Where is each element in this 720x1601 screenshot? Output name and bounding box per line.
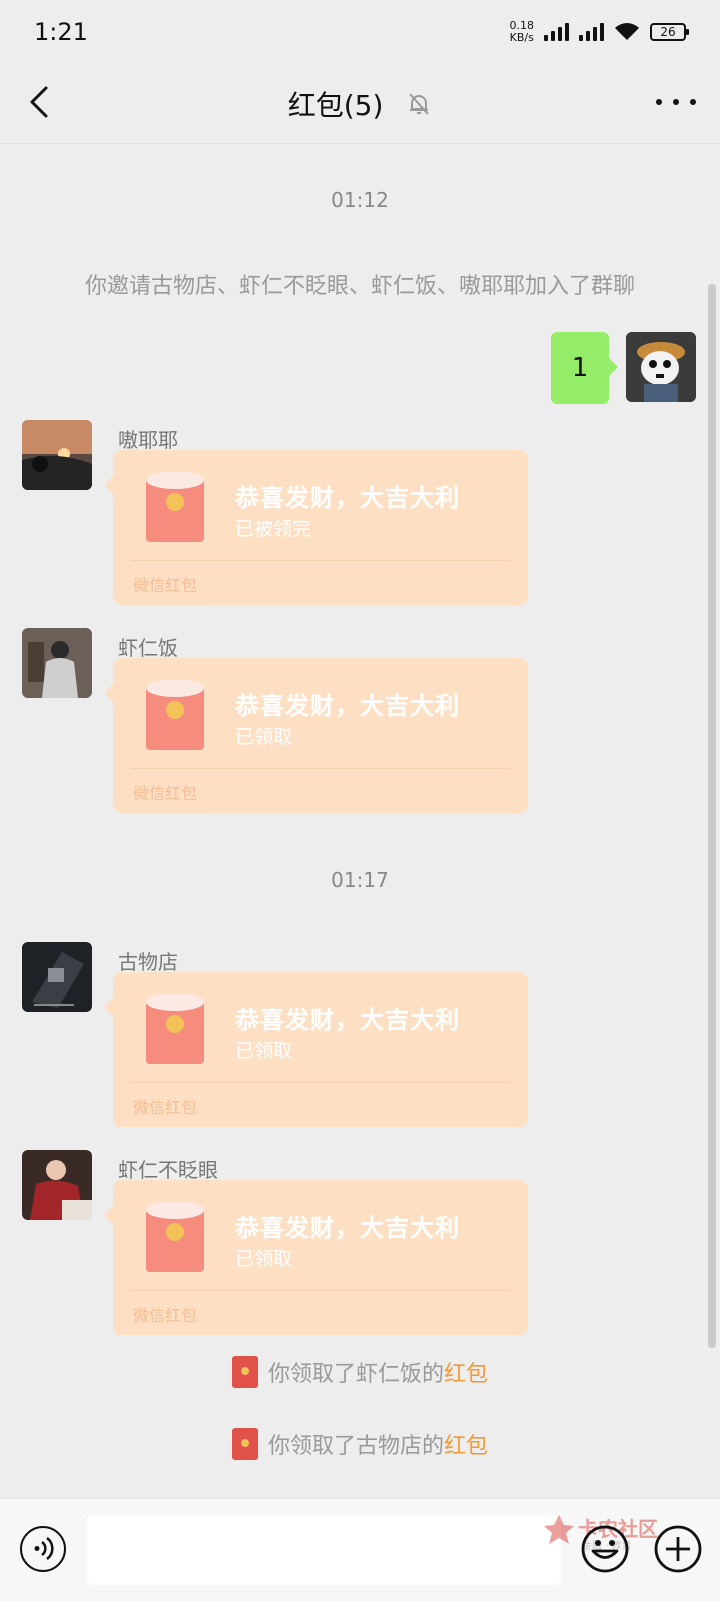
status-icons: 0.18 KB/s 26 bbox=[510, 20, 689, 44]
receipt-message: 你领取了古物店的红包 bbox=[0, 1428, 720, 1460]
red-packet-title: 恭喜发财，大吉大利 bbox=[235, 484, 460, 512]
avatar[interactable] bbox=[22, 1150, 92, 1220]
signal-icon-2 bbox=[579, 23, 604, 41]
timestamp: 01:12 bbox=[331, 188, 389, 212]
red-packet-footer: 微信红包 bbox=[133, 576, 198, 595]
divider bbox=[131, 560, 510, 561]
red-packet-footer: 微信红包 bbox=[133, 1098, 198, 1117]
title-wrap: 红包(5) bbox=[0, 84, 720, 124]
receipt-text: 你领取了古物店的 bbox=[267, 1434, 444, 1459]
red-packet-footer: 微信红包 bbox=[133, 1306, 198, 1325]
sender-name: 虾仁不眨眼 bbox=[118, 1158, 218, 1182]
receipt-message: 你领取了虾仁饭的红包 bbox=[0, 1356, 720, 1388]
avatar[interactable] bbox=[22, 942, 92, 1012]
red-packet-card[interactable]: 恭喜发财，大吉大利 已领取 微信红包 bbox=[104, 658, 528, 813]
receipt-text: 你领取了虾仁饭的 bbox=[267, 1362, 444, 1387]
divider bbox=[131, 1082, 510, 1083]
red-packet-icon bbox=[231, 1356, 258, 1388]
red-packet-status: 已领取 bbox=[235, 726, 293, 748]
my-message-bubble[interactable]: 1 bbox=[551, 332, 618, 404]
divider bbox=[131, 1290, 510, 1291]
more-functions-button[interactable] bbox=[653, 1524, 703, 1574]
plus-icon bbox=[654, 1525, 702, 1573]
avatar[interactable] bbox=[22, 628, 92, 698]
signal-icon bbox=[544, 23, 569, 41]
more-dot-icon bbox=[673, 99, 679, 105]
red-packet-icon bbox=[146, 1202, 204, 1272]
more-dot-icon bbox=[690, 99, 696, 105]
my-avatar[interactable] bbox=[626, 332, 696, 402]
emoji-button[interactable] bbox=[580, 1524, 630, 1574]
avatar[interactable] bbox=[22, 420, 92, 490]
network-speed: 0.18 KB/s bbox=[510, 20, 535, 44]
emoji-icon bbox=[581, 1525, 629, 1573]
system-message: 你邀请古物店、虾仁不眨眼、虾仁饭、嗷耶耶加入了群聊 bbox=[84, 274, 635, 299]
red-packet-icon bbox=[146, 680, 204, 750]
timestamp: 01:17 bbox=[331, 868, 389, 892]
red-packet-card[interactable]: 恭喜发财，大吉大利 已领取 微信红包 bbox=[104, 972, 528, 1127]
battery-icon: 26 bbox=[650, 23, 689, 41]
red-packet-link[interactable]: 红包 bbox=[444, 1434, 488, 1459]
voice-icon bbox=[34, 1536, 54, 1561]
more-dot-icon bbox=[656, 99, 662, 105]
red-packet-title: 恭喜发财，大吉大利 bbox=[235, 692, 460, 720]
message-input[interactable] bbox=[87, 1515, 561, 1585]
wifi-icon bbox=[615, 23, 639, 40]
mute-bell-icon bbox=[409, 93, 430, 115]
more-button[interactable] bbox=[656, 90, 696, 114]
network-speed-unit: KB/s bbox=[509, 31, 534, 44]
divider bbox=[131, 768, 510, 769]
red-packet-card[interactable]: 恭喜发财，大吉大利 已被领完 微信红包 bbox=[104, 450, 528, 605]
red-packet-title: 恭喜发财，大吉大利 bbox=[235, 1006, 460, 1034]
page-title: 红包(5) bbox=[287, 89, 384, 122]
red-packet-status: 已领取 bbox=[235, 1248, 293, 1270]
voice-button[interactable] bbox=[20, 1526, 66, 1572]
red-packet-card[interactable]: 恭喜发财，大吉大利 已领取 微信红包 bbox=[104, 1180, 528, 1335]
red-packet-title: 恭喜发财，大吉大利 bbox=[235, 1214, 460, 1242]
status-time: 1:21 bbox=[34, 18, 88, 46]
red-packet-link[interactable]: 红包 bbox=[444, 1362, 488, 1387]
status-bar: 1:21 0.18 KB/s 26 bbox=[0, 0, 720, 64]
sender-name: 虾仁饭 bbox=[118, 636, 178, 660]
scrollbar[interactable] bbox=[708, 284, 716, 1348]
chat-area[interactable]: 01:12 你邀请古物店、虾仁不眨眼、虾仁饭、嗷耶耶加入了群聊 1 嗷耶耶 恭喜… bbox=[0, 144, 720, 1498]
input-bar: 卡农社区 金融 · 教育 bbox=[0, 1498, 720, 1601]
red-packet-status: 已被领完 bbox=[235, 518, 312, 540]
red-packet-footer: 微信红包 bbox=[133, 784, 198, 803]
sender-name: 嗷耶耶 bbox=[118, 428, 178, 452]
sender-name: 古物店 bbox=[118, 950, 178, 974]
chat-header: 红包(5) bbox=[0, 64, 720, 144]
red-packet-icon bbox=[146, 472, 204, 542]
red-packet-icon bbox=[146, 994, 204, 1064]
watermark-logo-icon bbox=[544, 1515, 574, 1544]
red-packet-status: 已领取 bbox=[235, 1040, 293, 1062]
red-packet-icon bbox=[231, 1428, 258, 1460]
